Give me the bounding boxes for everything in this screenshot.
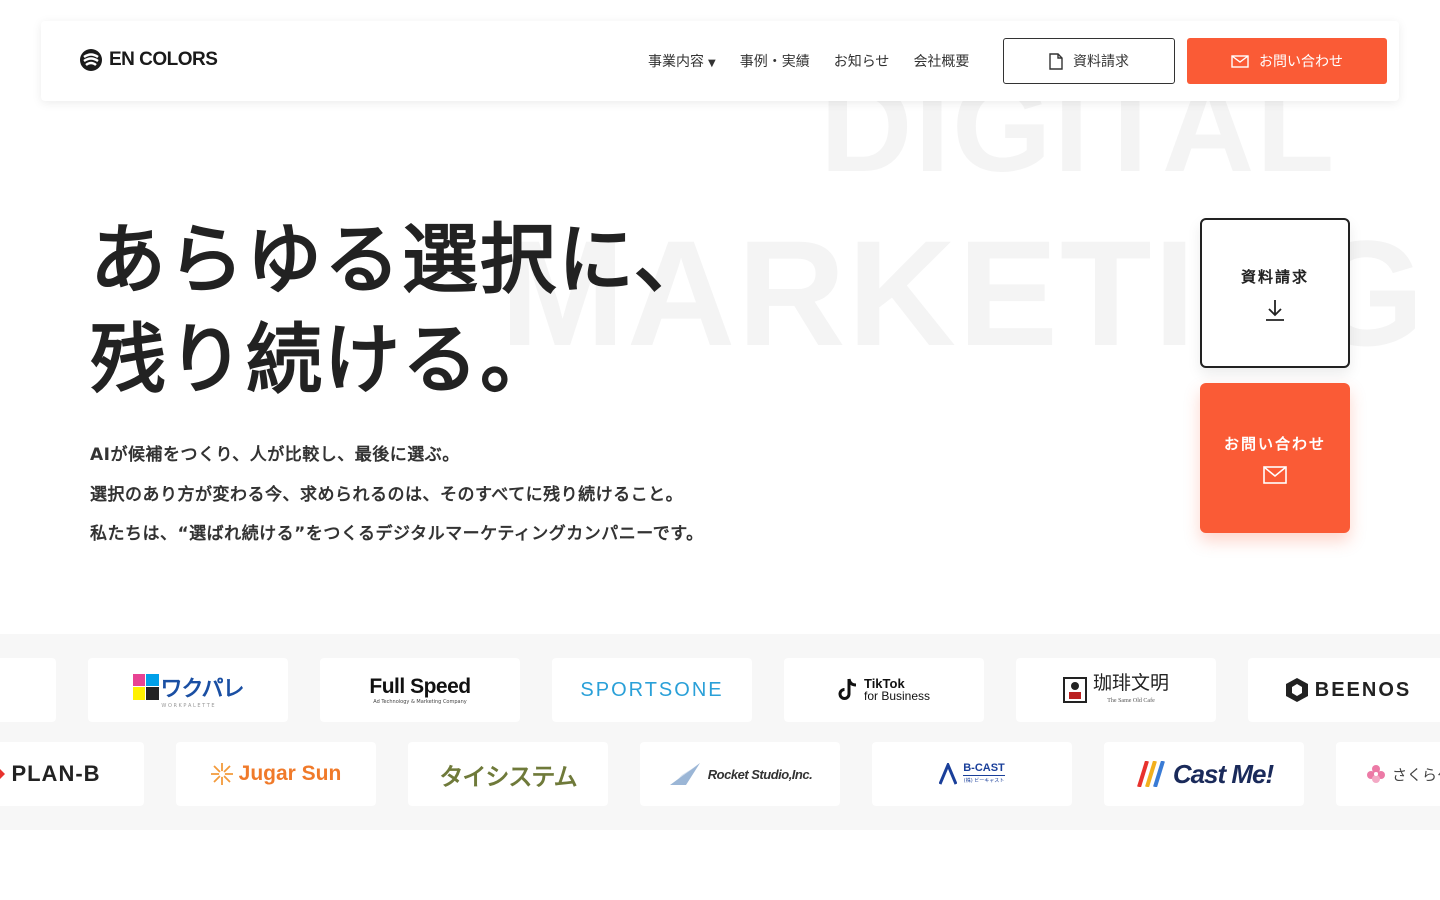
client-logo-plan-b: -B <box>0 658 56 722</box>
client-logo-plan-b: PLAN-B <box>0 742 144 806</box>
contact-button[interactable]: お問い合わせ <box>1187 38 1387 84</box>
hero-title: あらゆる選択に、 残り続ける。 <box>90 210 712 410</box>
client-logo-full-speed: Full Speed Ad Technology & Marketing Com… <box>320 658 520 722</box>
side-contact-button[interactable]: お問い合わせ <box>1200 383 1350 533</box>
mail-icon <box>1263 465 1287 484</box>
mail-icon <box>1231 54 1249 68</box>
request-docs-label: 資料請求 <box>1073 54 1129 70</box>
hero-title-line-1: あらゆる選択に、 <box>90 215 712 304</box>
hero-description-line-2: 選択のあり方が変わる今、求められるのは、そのすべてに残り続けること。 <box>90 484 684 505</box>
sakura-flower-icon <box>1367 765 1385 783</box>
b-cast-arch-icon <box>939 763 958 785</box>
main-nav: 事業内容 ▼ 事例・実績 お知らせ 会社概要 <box>648 51 969 71</box>
side-contact-label: お問い合わせ <box>1223 434 1326 453</box>
caret-down-icon: ▼ <box>708 58 716 69</box>
hero-title-line-2: 残り続ける。 <box>90 315 558 404</box>
client-logo-sakura-care: さくらケ <box>1336 742 1440 806</box>
nav-item-company[interactable]: 会社概要 <box>913 51 969 71</box>
nav-item-services[interactable]: 事業内容 ▼ <box>648 51 716 71</box>
rocket-wing-icon <box>669 763 700 785</box>
site-header: EN COLORS 事業内容 ▼ 事例・実績 お知らせ 会社概要 資料請求 お問い… <box>41 21 1399 101</box>
hero-description: AIが候補をつくり、人が比較し、最後に選ぶ。 選択のあり方が変わる今、求められる… <box>90 436 704 555</box>
side-request-docs-label: 資料請求 <box>1240 267 1309 286</box>
document-icon <box>1049 52 1063 70</box>
hero-description-line-1: AIが候補をつくり、人が比較し、最後に選ぶ。 <box>90 445 460 465</box>
client-logo-band: -B ワクパレ W O R K P A L E T T E Full Speed… <box>0 634 1440 830</box>
client-logo-tiktok: TikTok for Business <box>784 658 984 722</box>
client-logo-cast-me: Cast Me! <box>1104 742 1304 806</box>
nav-item-cases[interactable]: 事例・実績 <box>740 51 810 71</box>
logo-text: EN COLORS <box>109 49 218 70</box>
work-palette-mark-icon <box>132 674 159 700</box>
cast-me-stripes-icon <box>1136 761 1165 787</box>
site-logo[interactable]: EN COLORS <box>79 48 218 72</box>
client-logo-b-cast: B-CAST (株) ビーキャスト <box>872 742 1072 806</box>
client-logo-rocket-studio: Rocket Studio,Inc. <box>640 742 840 806</box>
client-logo-jugar-sun: Jugar Sun <box>176 742 376 806</box>
nav-item-news[interactable]: お知らせ <box>834 51 890 71</box>
request-docs-button[interactable]: 資料請求 <box>1003 38 1175 84</box>
client-logo-beenos: BEENOS <box>1248 658 1440 722</box>
contact-label: お問い合わせ <box>1259 54 1343 70</box>
client-logo-work-palette: ワクパレ W O R K P A L E T T E <box>88 658 288 722</box>
hero-description-line-3: 私たちは、“選ばれ続ける”をつくるデジタルマーケティングカンパニーです。 <box>90 524 704 544</box>
client-logo-tai-system: タイシステム <box>408 742 608 806</box>
beenos-hexagon-icon <box>1285 678 1308 702</box>
client-logo-sports-one: SPORTSONE <box>552 658 752 722</box>
side-request-docs-button[interactable]: 資料請求 <box>1200 218 1350 368</box>
tiktok-icon <box>838 678 857 700</box>
client-logo-coffee-bunmei: 珈琲文明 The Same Old Cafe <box>1016 658 1216 722</box>
plan-b-mark-icon <box>0 768 6 780</box>
coffee-bunmei-mark-icon <box>1062 677 1087 703</box>
client-logo-row-2: PLAN-B Jugar Sun タイシステム Rocket Studio,In… <box>0 742 1440 806</box>
client-logo-row-1: -B ワクパレ W O R K P A L E T T E Full Speed… <box>0 658 1440 722</box>
sun-burst-icon <box>210 763 233 785</box>
nav-item-label: 事業内容 <box>648 54 704 70</box>
download-icon <box>1266 299 1284 321</box>
en-colors-logo-icon <box>80 49 102 71</box>
